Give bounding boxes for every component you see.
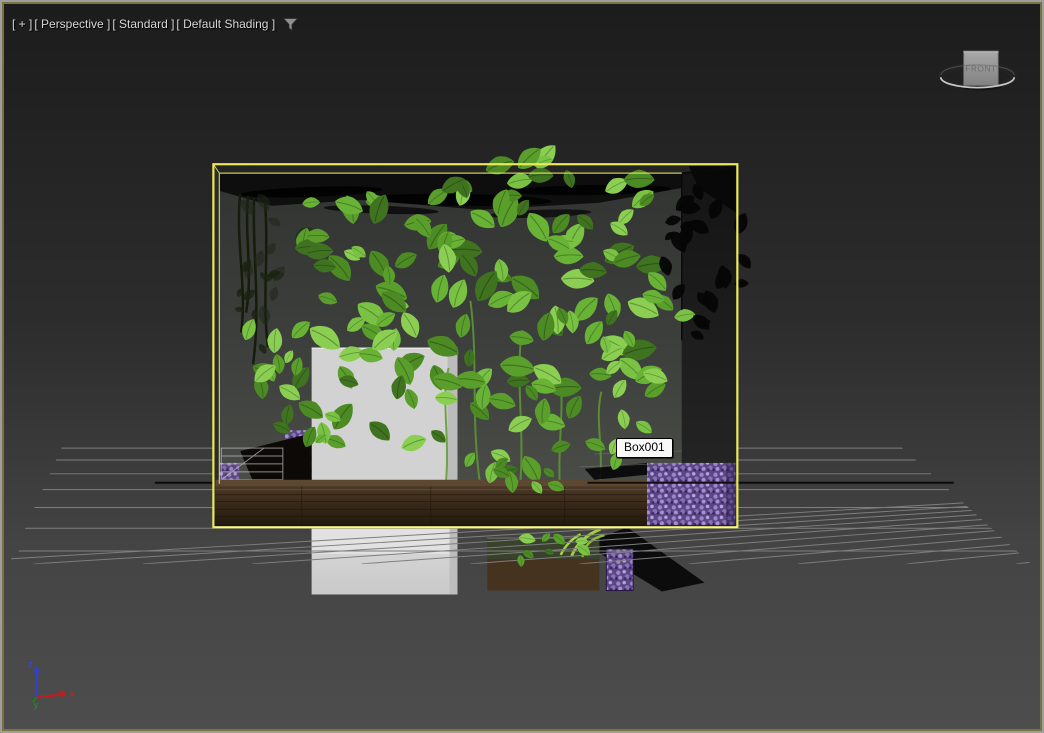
viewport-shading-menu[interactable]: [ Default Shading ]	[176, 17, 275, 31]
y-axis-label: y	[34, 700, 39, 710]
purple-block-lower	[605, 548, 634, 592]
purple-block-shade	[726, 462, 736, 526]
viewport-render-preset-menu[interactable]: [ Standard ]	[112, 17, 174, 31]
viewport-pov-menu[interactable]: [ Perspective ]	[34, 17, 110, 31]
application-frame: FRONT z x y [ + ] [ Perspective ] [ Stan…	[0, 0, 1044, 733]
perspective-viewport[interactable]: FRONT z x y [ + ] [ Perspective ] [ Stan…	[2, 2, 1042, 731]
white-box-lower-top	[311, 527, 458, 554]
viewport-canvas[interactable]: FRONT z x y	[4, 4, 1040, 729]
viewport-label-bar: [ + ] [ Perspective ] [ Standard ] [ Def…	[12, 17, 299, 31]
box001-object[interactable]	[213, 138, 756, 568]
filter-icon[interactable]	[283, 17, 299, 31]
object-tooltip: Box001	[616, 438, 673, 458]
purple-block-right[interactable]	[647, 462, 736, 526]
z-axis-label: z	[28, 660, 33, 671]
white-box-lower-edge	[449, 527, 458, 595]
x-axis-label: x	[69, 688, 74, 699]
viewport-maximize-menu[interactable]: [ + ]	[12, 17, 32, 31]
